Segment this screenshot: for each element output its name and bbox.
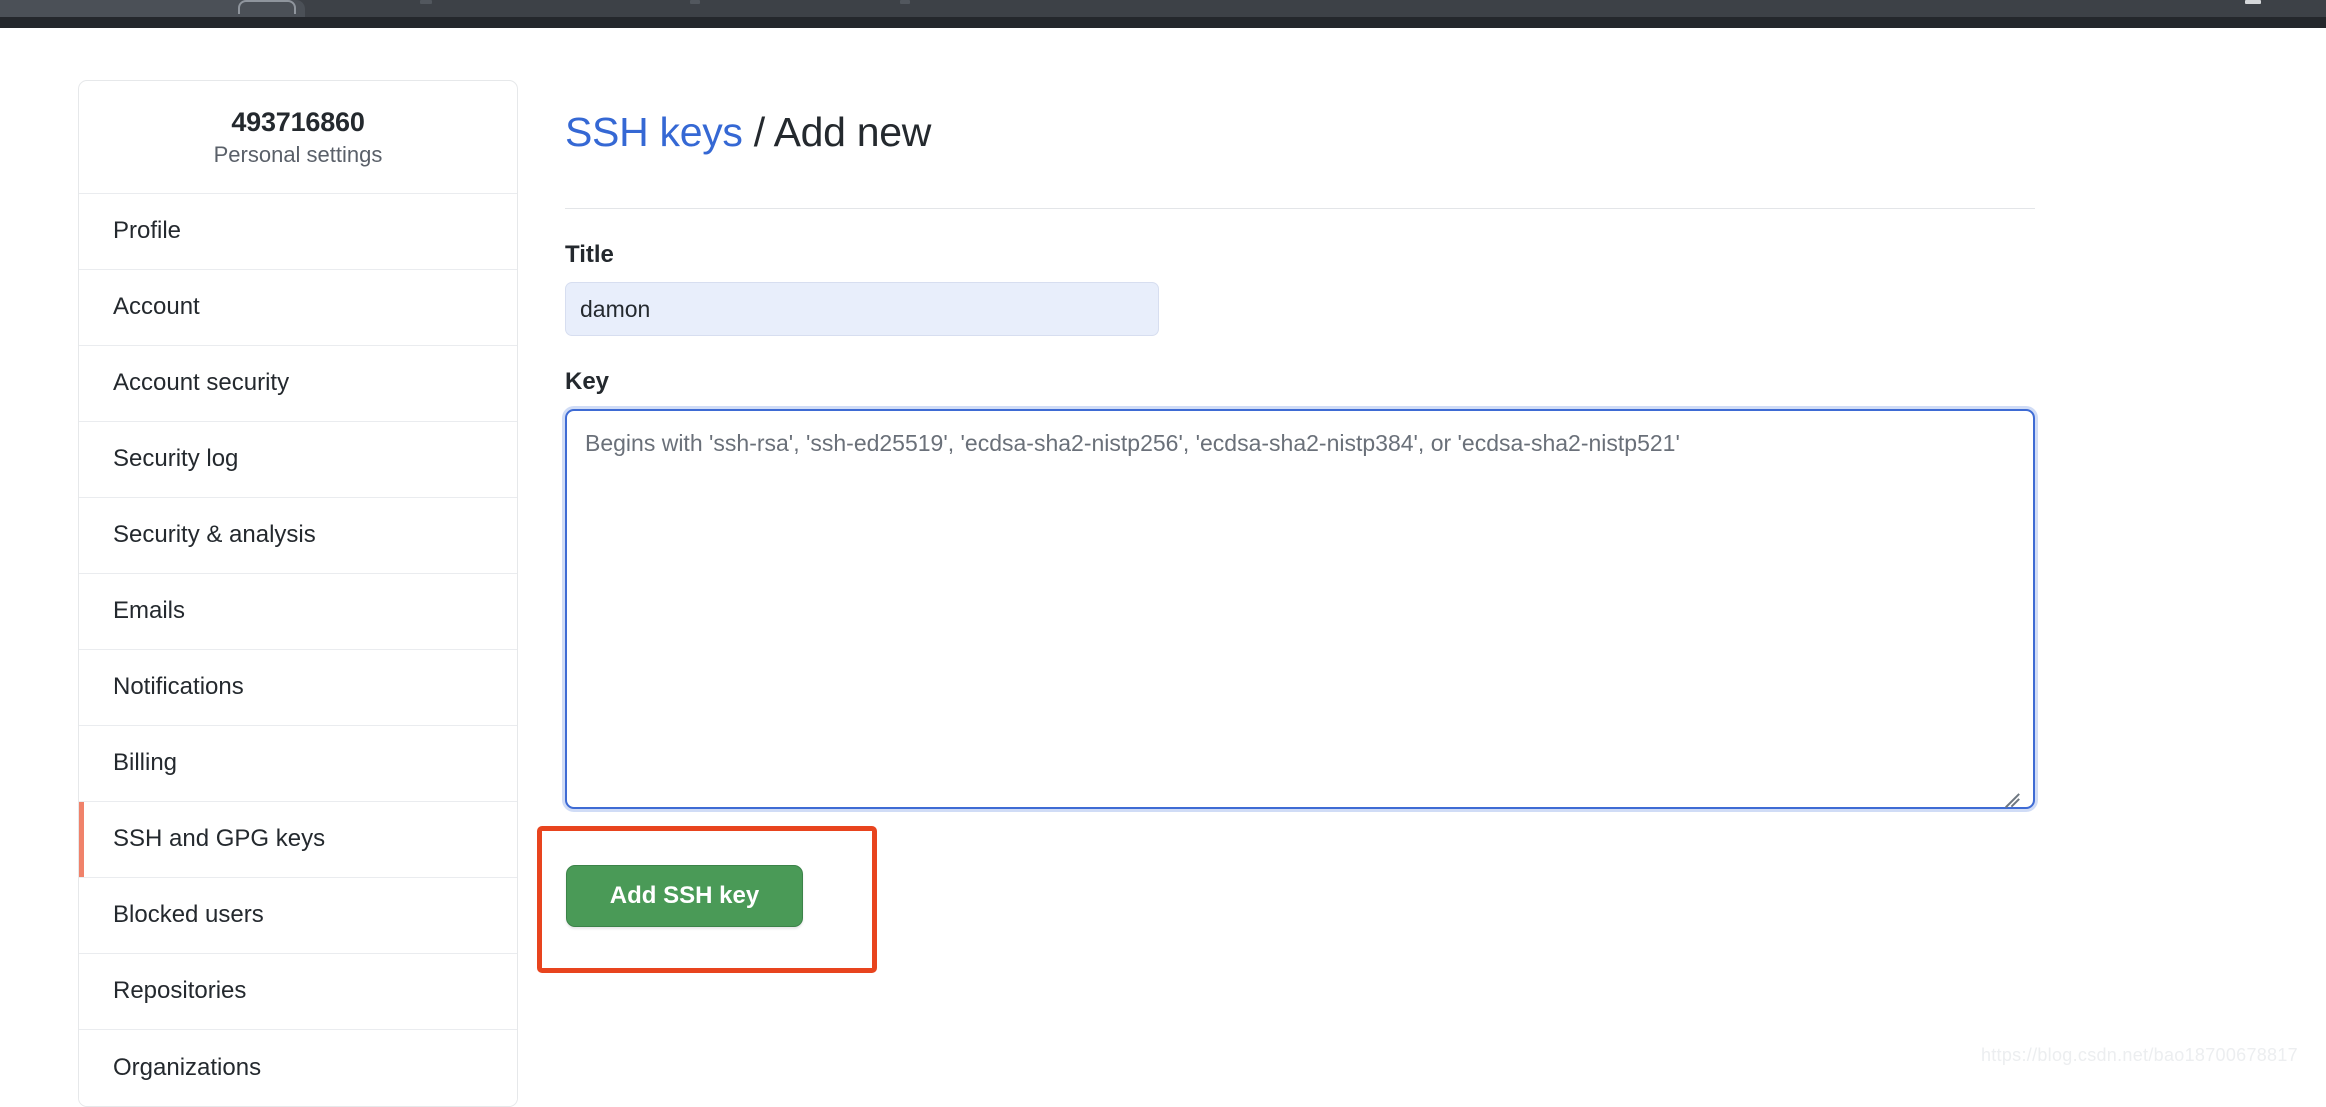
sidebar-item-label: Organizations xyxy=(113,1053,262,1081)
sidebar-username: 493716860 xyxy=(231,107,365,137)
sidebar-item-security-log[interactable]: Security log xyxy=(79,421,517,498)
sidebar-item-label: Profile xyxy=(113,217,182,245)
sidebar-item-label: Emails xyxy=(113,597,186,625)
sidebar-item-label: Billing xyxy=(113,749,178,777)
watermark: https://blog.csdn.net/bao18700678817 xyxy=(1980,1045,2298,1065)
sidebar-item-billing[interactable]: Billing xyxy=(79,725,517,802)
sidebar-item-label: Security log xyxy=(113,445,239,473)
chrome-ghost-mark-1 xyxy=(420,0,432,4)
sidebar-item-organizations[interactable]: Organizations xyxy=(79,1029,517,1106)
sidebar-item-ssh-and-gpg-keys[interactable]: SSH and GPG keys xyxy=(79,801,517,878)
key-field-label: Key xyxy=(565,368,610,396)
browser-active-tab[interactable] xyxy=(0,0,305,17)
title-field-label: Title xyxy=(565,241,614,269)
sidebar-header: 493716860 Personal settings xyxy=(79,81,517,194)
breadcrumb-current: Add new xyxy=(773,109,932,156)
sidebar-item-security-and-analysis[interactable]: Security & analysis xyxy=(79,497,517,574)
page-title: SSH keys / Add new xyxy=(565,107,2035,180)
sidebar-item-label: Account xyxy=(113,293,200,321)
sidebar-item-notifications[interactable]: Notifications xyxy=(79,649,517,726)
settings-sidebar: 493716860 Personal settings Profile Acco… xyxy=(78,80,518,1107)
sidebar-item-label: Notifications xyxy=(113,673,244,701)
add-ssh-key-button[interactable]: Add SSH key xyxy=(566,865,803,927)
sidebar-item-label: Account security xyxy=(113,369,290,397)
title-input[interactable] xyxy=(565,282,1159,337)
sidebar-item-label: Security & analysis xyxy=(113,521,316,549)
breadcrumb-separator: / xyxy=(742,109,774,156)
breadcrumb-ssh-keys-link[interactable]: SSH keys xyxy=(565,109,743,155)
sidebar-item-account-security[interactable]: Account security xyxy=(79,345,517,422)
browser-tab-strip xyxy=(0,0,2326,17)
sidebar-subtitle: Personal settings xyxy=(213,142,383,168)
chrome-ghost-mark-3 xyxy=(900,0,910,4)
tab-pill-icon xyxy=(238,0,296,14)
sidebar-item-repositories[interactable]: Repositories xyxy=(79,953,517,1030)
key-textarea-wrapper xyxy=(565,409,2035,810)
sidebar-item-label: SSH and GPG keys xyxy=(113,825,326,853)
chrome-menu-icon[interactable] xyxy=(2245,0,2261,4)
heading-divider xyxy=(565,208,2035,210)
sidebar-item-profile[interactable]: Profile xyxy=(79,193,517,270)
sidebar-item-blocked-users[interactable]: Blocked users xyxy=(79,877,517,954)
chrome-ghost-mark-2 xyxy=(690,0,700,4)
browser-chrome xyxy=(0,0,2326,28)
page-body: 493716860 Personal settings Profile Acco… xyxy=(0,28,2326,1107)
sidebar-item-label: Blocked users xyxy=(113,901,264,929)
key-textarea[interactable] xyxy=(565,409,2035,810)
sidebar-item-account[interactable]: Account xyxy=(79,269,517,346)
main-content: SSH keys / Add new Title Key xyxy=(565,80,2035,810)
sidebar-item-label: Repositories xyxy=(113,977,247,1005)
sidebar-item-emails[interactable]: Emails xyxy=(79,573,517,650)
